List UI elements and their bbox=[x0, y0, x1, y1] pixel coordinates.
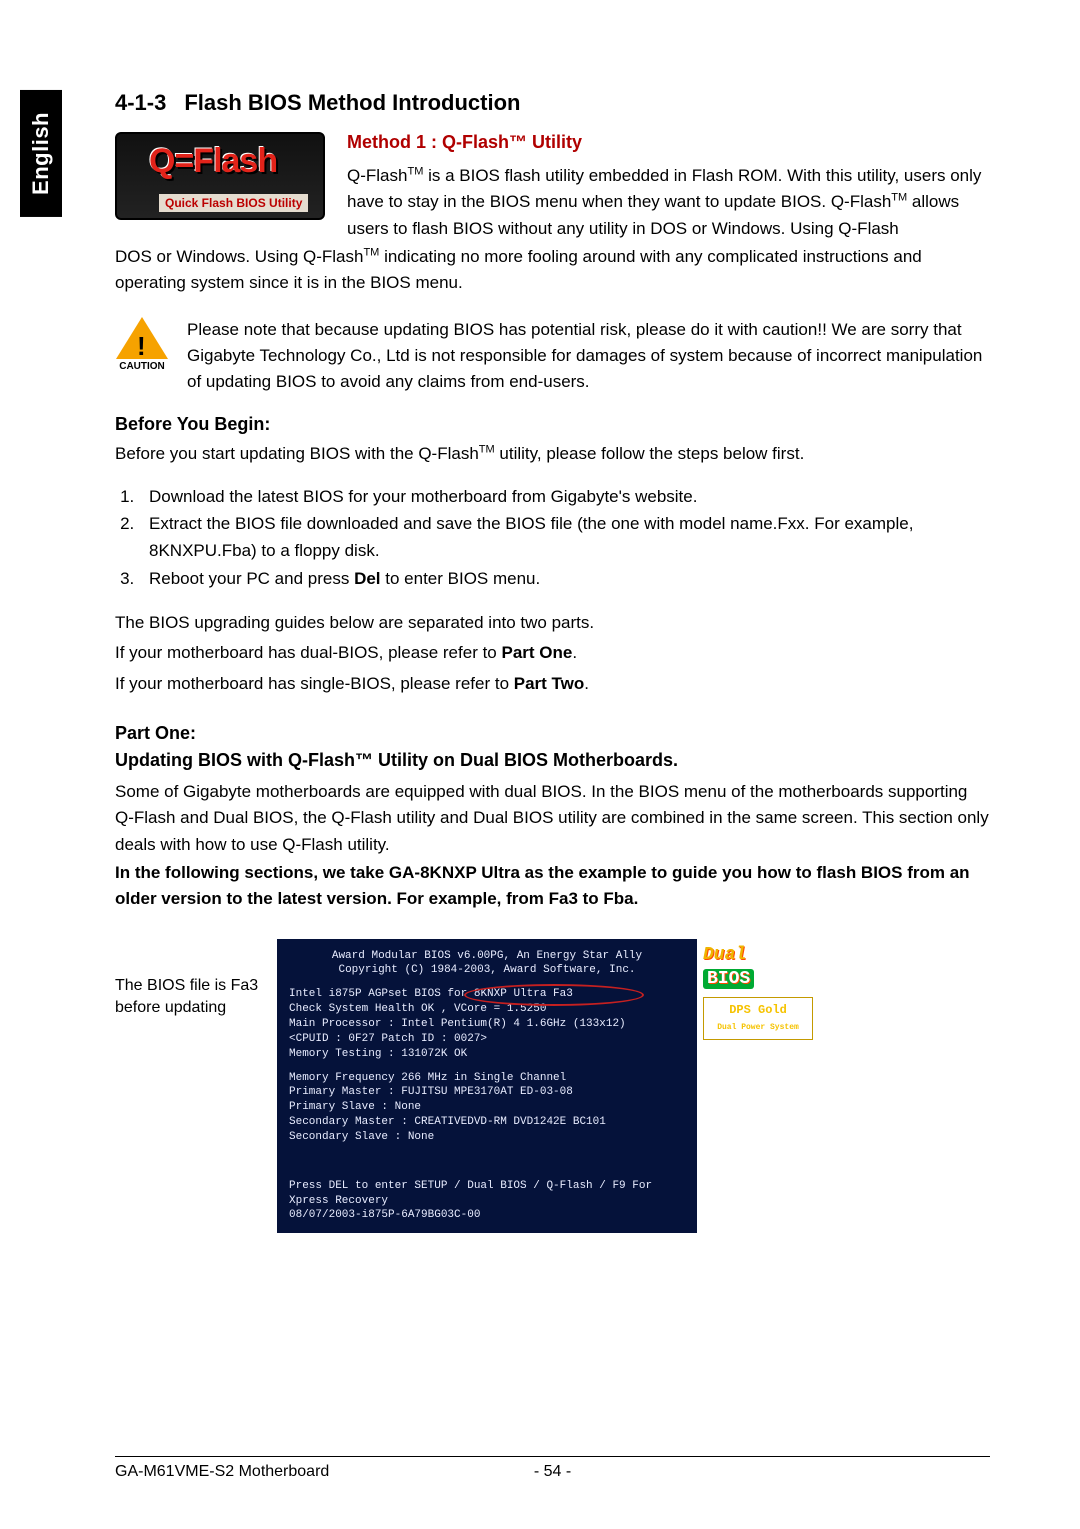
text: Dual Power System bbox=[717, 1023, 799, 1032]
qflash-logo-text: Q=Flash bbox=[149, 142, 277, 181]
guides-single: If your motherboard has single-BIOS, ple… bbox=[115, 671, 990, 697]
tm-mark: TM bbox=[479, 443, 495, 455]
text: to enter BIOS menu. bbox=[381, 569, 541, 588]
method1-heading: Method 1 : Q-Flash™ Utility bbox=[347, 132, 990, 153]
text: . bbox=[572, 643, 577, 662]
bios-line: Secondary Master : CREATIVEDVD-RM DVD124… bbox=[289, 1115, 685, 1130]
text: DPS Gold bbox=[729, 1003, 787, 1017]
text: 8KNXP Ultra Fa3 bbox=[474, 988, 573, 1000]
dps-gold-logo: DPS Gold Dual Power System bbox=[703, 997, 813, 1039]
part-one-heading: Part One: bbox=[115, 723, 990, 744]
text: Reboot your PC and press bbox=[149, 569, 354, 588]
before-steps: Download the latest BIOS for your mother… bbox=[139, 483, 990, 592]
tm-mark: TM bbox=[407, 165, 423, 177]
caution-label: CAUTION bbox=[115, 361, 169, 372]
text: utility, please follow the steps below f… bbox=[495, 444, 805, 463]
footer-page: - 54 - bbox=[518, 1463, 588, 1481]
text: If your motherboard has single-BIOS, ple… bbox=[115, 674, 514, 693]
text: Before you start updating BIOS with the … bbox=[115, 444, 479, 463]
caution-text: Please note that because updating BIOS h… bbox=[187, 317, 990, 396]
key-del: Del bbox=[354, 569, 380, 588]
part-one-subheading: Updating BIOS with Q-Flash™ Utility on D… bbox=[115, 750, 990, 771]
bios-line: <CPUID : 0F27 Patch ID : 0027> bbox=[289, 1032, 685, 1047]
caution-icon: CAUTION bbox=[115, 317, 169, 372]
text: DOS or Windows. Using Q-Flash bbox=[115, 247, 363, 266]
screenshot-caption: The BIOS file is Fa3 before updating bbox=[115, 975, 265, 1020]
bios-screenshot: DualBIOS DPS GoldDual Power System Award… bbox=[277, 939, 697, 1234]
dual-bios-logo: Dual BIOS bbox=[703, 943, 813, 992]
text: Intel i875P AGPset BIOS for bbox=[289, 988, 474, 1000]
method1-para-cont: DOS or Windows. Using Q-FlashTM indicati… bbox=[115, 244, 990, 297]
part-one-ref: Part One bbox=[501, 643, 572, 662]
part-two-ref: Part Two bbox=[514, 674, 585, 693]
qflash-logo-sub: Quick Flash BIOS Utility bbox=[159, 194, 308, 212]
guides-dual: If your motherboard has dual-BIOS, pleas… bbox=[115, 640, 990, 666]
text: If your motherboard has dual-BIOS, pleas… bbox=[115, 643, 501, 662]
text: Q-Flash bbox=[347, 166, 407, 185]
bios-line: Primary Slave : None bbox=[289, 1100, 685, 1115]
bios-line: Intel i875P AGPset BIOS for 8KNXP Ultra … bbox=[289, 987, 685, 1002]
bios-line: Memory Testing : 131072K OK bbox=[289, 1047, 685, 1062]
tm-mark: TM bbox=[363, 246, 379, 258]
section-number: 4-1-3 bbox=[115, 90, 166, 115]
bios-line: Secondary Slave : None bbox=[289, 1130, 685, 1145]
bios-line: Memory Frequency 266 MHz in Single Chann… bbox=[289, 1071, 685, 1086]
tm-mark: TM bbox=[891, 192, 907, 204]
bios-line: Primary Master : FUJITSU MPE3170AT ED-03… bbox=[289, 1085, 685, 1100]
list-item: Download the latest BIOS for your mother… bbox=[139, 483, 990, 510]
part-one-p1: Some of Gigabyte motherboards are equipp… bbox=[115, 779, 990, 858]
text: is a BIOS flash utility embedded in Flas… bbox=[347, 166, 981, 211]
bios-line: Check System Health OK , VCore = 1.5250 bbox=[289, 1002, 685, 1017]
section-heading: 4-1-3 Flash BIOS Method Introduction bbox=[115, 90, 990, 116]
footer-model: GA-M61VME-S2 Motherboard bbox=[115, 1463, 518, 1481]
part-one-p2: In the following sections, we take GA-8K… bbox=[115, 860, 990, 913]
before-heading: Before You Begin: bbox=[115, 414, 990, 435]
language-tab: English bbox=[20, 90, 62, 217]
bios-line: Press DEL to enter SETUP / Dual BIOS / Q… bbox=[289, 1179, 685, 1209]
qflash-logo: Q=Flash Quick Flash BIOS Utility bbox=[115, 132, 325, 220]
list-item: Reboot your PC and press Del to enter BI… bbox=[139, 565, 990, 592]
method1-para-top: Q-FlashTM is a BIOS flash utility embedd… bbox=[347, 163, 990, 242]
bios-line: Award Modular BIOS v6.00PG, An Energy St… bbox=[289, 949, 685, 964]
list-item: Extract the BIOS file downloaded and sav… bbox=[139, 510, 990, 564]
bios-line: 08/07/2003-i875P-6A79BG03C-00 bbox=[289, 1208, 685, 1223]
text: BIOS bbox=[703, 969, 754, 989]
guides-intro: The BIOS upgrading guides below are sepa… bbox=[115, 610, 990, 636]
before-intro: Before you start updating BIOS with the … bbox=[115, 441, 990, 467]
section-title-text: Flash BIOS Method Introduction bbox=[184, 90, 520, 115]
circled-version: 8KNXP Ultra Fa3 bbox=[474, 988, 573, 1000]
text: . bbox=[584, 674, 589, 693]
page-footer: GA-M61VME-S2 Motherboard - 54 - bbox=[115, 1456, 990, 1481]
bios-line: Main Processor : Intel Pentium(R) 4 1.6G… bbox=[289, 1017, 685, 1032]
bios-line: Copyright (C) 1984-2003, Award Software,… bbox=[289, 963, 685, 978]
text: Dual bbox=[703, 945, 746, 965]
